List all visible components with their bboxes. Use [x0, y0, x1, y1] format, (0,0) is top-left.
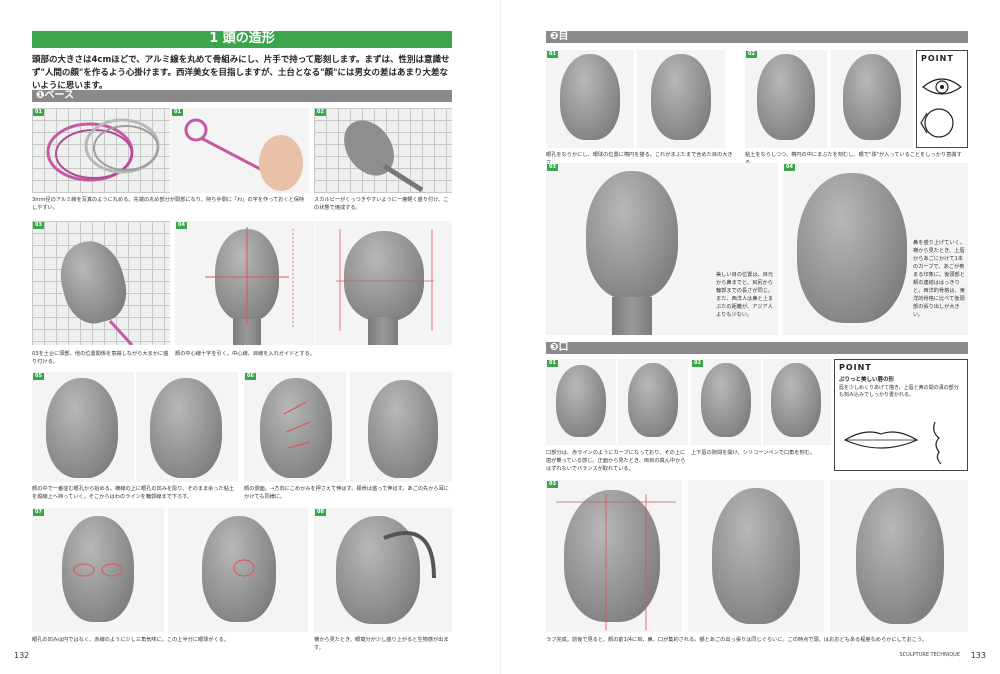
head-sculpt	[712, 488, 800, 624]
photo-eye-01b	[637, 50, 725, 148]
photo-mouth-01a: 01	[546, 359, 616, 445]
step-tag: 02	[746, 51, 757, 58]
arrows	[283, 401, 311, 449]
head-sculpt	[368, 380, 438, 478]
point-text: 唇を少しめくりあげて描き、上唇と鼻の間の溝の部分も刻み込みでしっかり書かれる。	[839, 385, 959, 398]
photo-wire-loop: 01	[171, 108, 309, 193]
head-sculpt	[701, 363, 751, 437]
caption-step-05: 顔の中で一番窪む眼孔から始める。横線の上に眼孔の凹みを彫り、そのまま余った粘土を…	[32, 486, 235, 500]
photo-guide-front: 04	[175, 221, 315, 345]
wire-handle	[108, 319, 134, 345]
step-tag: 01	[547, 360, 558, 367]
wire-coils-illustration	[46, 118, 160, 182]
point-title: POINT	[839, 363, 872, 372]
point-title: POINT	[921, 54, 954, 63]
photo-eye-socket: 05	[32, 372, 134, 482]
chapter-title-bar: 1 頭の造形	[32, 31, 452, 48]
photo-eye-01a: 01	[546, 50, 634, 148]
step-tag: 01	[547, 51, 558, 58]
head-sculpt	[556, 365, 606, 437]
photo-eye-triangle-2	[168, 508, 308, 632]
caption-step-03: 03を土台に頭部、他の位置関係を意識しながら大まかに盛り付ける。	[32, 351, 169, 365]
point-subtitle: ぷりっと美しい唇の形	[839, 377, 895, 383]
footer-label: SCULPTURE TECHNIQUE	[899, 652, 961, 658]
photo-eye-03: 03 美しい目の位置は、目元から鼻までと、目尻から輪郭までの長さが同じ。また、西…	[546, 163, 778, 335]
section-base-bar: ❶ベース	[32, 90, 452, 102]
photo-eye-02b	[831, 50, 913, 148]
section-eye-bar: ❷目	[546, 31, 968, 43]
page-number-left: 132	[14, 651, 30, 660]
caption-eye-04: 鼻を盛り上げていく。横から見たとき、上唇からあごにかけて1本のカーブで、あごが奥…	[913, 240, 965, 318]
page-number-right: 133	[970, 651, 986, 660]
photo-eye-02a: 02	[745, 50, 827, 148]
intro-text: 頭部の大きさは4cmほどで、アルミ線を丸めて骨組みにし、片手で持って彫刻します。…	[32, 55, 450, 91]
head-sculpt	[46, 378, 118, 478]
photo-temple: 06	[244, 372, 346, 482]
point-box-mouth: POINT ぷりっと美しい唇の形 唇を少しめくりあげて描き、上唇と鼻の間の溝の部…	[834, 359, 968, 471]
photo-rough-head: 03	[32, 221, 170, 345]
step-tag: 04	[784, 164, 795, 171]
guide-lines	[205, 227, 294, 329]
photo-guide-side	[316, 221, 452, 345]
caption-step-06: 顔の側面。→方向にこめかみを押さえて伸ばす。頬骨は盛って伸ばす。あごの先から耳に…	[244, 486, 449, 500]
neck	[612, 297, 652, 335]
step-tag: 05	[33, 373, 44, 380]
head-sculpt	[856, 488, 944, 624]
photo-baked-base: 02	[314, 108, 452, 193]
photo-mouth-03b	[688, 480, 824, 632]
proportion-lines	[556, 494, 676, 630]
photo-mouth-02b	[763, 359, 831, 445]
photo-wire-coils: 01	[32, 108, 170, 193]
photo-side-bulge: 08	[314, 508, 452, 632]
head-sculpt	[771, 363, 821, 437]
lips-diagram	[843, 421, 942, 465]
head-sculpt	[586, 171, 678, 299]
eye-diagram	[920, 78, 962, 138]
caption-step-01: 3mm径のアルミ線を写真のように丸める。先端の丸め部分が頭部になり、持ち手側に「…	[32, 197, 305, 211]
photo-mouth-03a: 03	[546, 480, 682, 632]
caption-eye-03: 美しい目の位置は、目元から鼻までと、目尻から輪郭までの長さが同じ。また、西洋人は…	[716, 272, 774, 318]
caption-step-04: 顔の中心線十字を引く。中心線、目線を入れガイドとする。	[175, 351, 315, 357]
photo-mouth-02a: 02	[691, 359, 761, 445]
section-mouth-bar: ❸口	[546, 342, 968, 354]
caption-step-08: 横から見たとき、眼窩分が少し盛り上がると生物感が出ます。	[314, 637, 449, 651]
caption-step-07: 眼孔の凹みは円ではなく、赤線のように少し三角気味に。この上半分に眼球がくる。	[32, 637, 230, 643]
baked-base-illustration	[344, 120, 424, 193]
wire-loop-illustration	[184, 118, 303, 191]
caption-step-02: スカルピーがくっつきやすいように一度軽く盛り付け、この状態で焼成する。	[314, 197, 449, 211]
photo-profile	[350, 372, 452, 482]
side-guide-lines	[336, 229, 434, 331]
head-sculpt	[651, 54, 711, 140]
head-sculpt	[797, 173, 907, 323]
caption-mouth-03: ラフ完成。前後で見ると、顔の前1/4に目、鼻、口が集約される。額とあごの出っ張り…	[546, 637, 928, 643]
head-sculpt	[560, 54, 620, 140]
eye-guides	[73, 563, 123, 577]
caption-mouth-02: 上下唇の隙間を開け、シリコーンペンで口角を刻む。	[691, 450, 815, 456]
right-page: ❷目 01 02 POINT 眼孔をならかにし、眼球の位置に楕円を描る。これがま…	[500, 0, 1000, 674]
photo-eye-04: 04 鼻を盛り上げていく。横から見たとき、上唇からあごにかけて1本のカーブで、あ…	[783, 163, 968, 335]
head-sculpt	[628, 363, 678, 437]
photo-mouth-03c	[830, 480, 968, 632]
step-tag: 03	[547, 164, 558, 171]
head-sculpt	[150, 378, 222, 478]
head-sculpt	[843, 54, 901, 140]
wire-handle	[383, 531, 436, 579]
photo-mouth-01b	[618, 359, 688, 445]
head-sculpt	[757, 54, 815, 140]
step-tag: 02	[692, 360, 703, 367]
photo-eye-triangle: 07	[32, 508, 164, 632]
eye-guide	[233, 559, 255, 577]
photo-eye-socket-2	[136, 372, 238, 482]
left-page: 1 頭の造形 頭部の大きさは4cmほどで、アルミ線を丸めて骨組みにし、片手で持っ…	[0, 0, 500, 674]
point-box-eye: POINT	[916, 50, 968, 148]
caption-mouth-01: 口部分は、赤ラインのようにカーブになっており、その上に歯が乗っている感じ。正面か…	[546, 450, 686, 472]
